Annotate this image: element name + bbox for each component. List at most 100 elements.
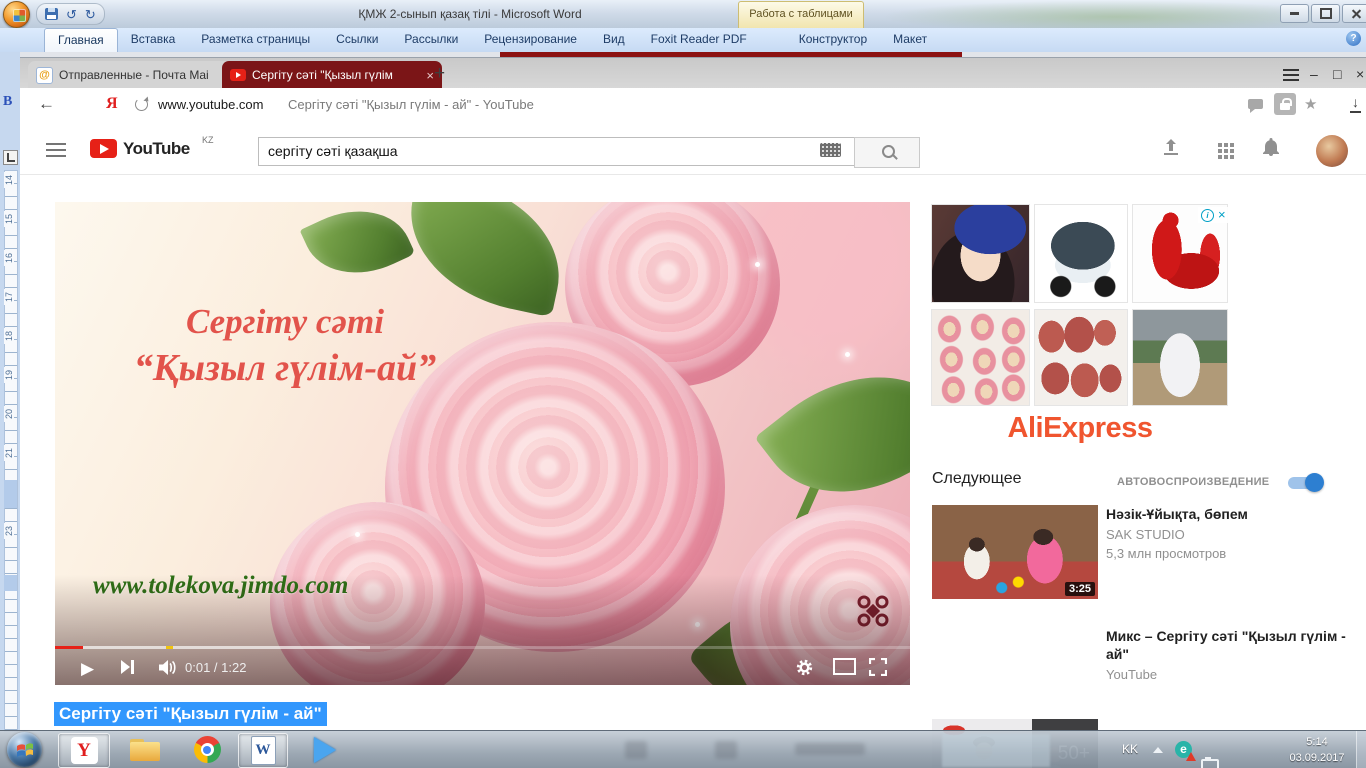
ruler-mark: 18: [4, 328, 14, 344]
ruler-row-marker: [4, 575, 17, 591]
account-avatar[interactable]: [1316, 135, 1348, 167]
comments-icon[interactable]: [1248, 99, 1263, 109]
clock-time: 5:14: [1284, 734, 1350, 750]
suggestion-thumbnail[interactable]: 3:25: [932, 505, 1098, 599]
yandex-browser-icon: Y: [71, 737, 98, 764]
bookmark-star-icon[interactable]: ★: [1304, 95, 1317, 113]
sparkle: [845, 352, 850, 357]
autoplay-label: АВТОВОСПРОИЗВЕДЕНИЕ: [1117, 476, 1269, 488]
suggestion-title[interactable]: Нәзік-Ұйықта, бөпем: [1106, 505, 1360, 523]
settings-gear-icon[interactable]: [795, 658, 814, 677]
fullscreen-icon[interactable]: [869, 658, 887, 676]
ad-grid: [932, 205, 1227, 405]
word-tab-insert[interactable]: Вставка: [118, 28, 189, 52]
word-tab-view[interactable]: Вид: [590, 28, 638, 52]
eset-tray-icon[interactable]: e: [1175, 741, 1192, 758]
taskbar-explorer[interactable]: [122, 733, 168, 766]
tab-close-icon[interactable]: ×: [426, 68, 434, 83]
browser-menu-icon[interactable]: [1283, 69, 1299, 71]
browser-tab-youtube-active[interactable]: Сергіту сәті "Қызыл гүлім ×: [222, 61, 442, 89]
video-player[interactable]: Сергіту сәті “Қызыл гүлім-ай” www.toleko…: [55, 202, 910, 685]
suggestion-views: 5,3 млн просмотров: [1106, 546, 1360, 561]
word-minimize-button[interactable]: [1280, 4, 1309, 23]
office-button[interactable]: [3, 1, 30, 28]
word-close-button[interactable]: [1342, 4, 1366, 23]
start-button[interactable]: [7, 732, 42, 767]
aliexpress-logo[interactable]: AliExpress: [932, 412, 1228, 445]
url-host: www.youtube.com: [158, 97, 264, 112]
new-tab-button[interactable]: +: [434, 63, 445, 85]
show-desktop-button[interactable]: [1356, 731, 1366, 768]
notifications-bell-icon[interactable]: [1263, 138, 1279, 156]
ghost-thumbnail: [942, 734, 1050, 767]
next-button[interactable]: [121, 660, 135, 674]
player-bottom-gradient: [55, 575, 910, 685]
ad-thumbnail[interactable]: [1035, 310, 1127, 405]
browser-maximize-button[interactable]: □: [1333, 66, 1341, 82]
word-tab-review[interactable]: Рецензирование: [471, 28, 590, 52]
word-restore-button[interactable]: [1311, 4, 1340, 23]
redo-icon[interactable]: ↻: [85, 8, 96, 21]
word-help-icon[interactable]: ?: [1346, 31, 1361, 46]
youtube-menu-icon[interactable]: [46, 143, 66, 145]
suggestion-channel: YouTube: [1106, 667, 1360, 682]
youtube-logo-icon[interactable]: [90, 139, 117, 158]
word-ribbon-tabs: Главная Вставка Разметка страницы Ссылки…: [44, 28, 940, 52]
taskbar-media-player[interactable]: [300, 733, 350, 766]
taskbar-chrome[interactable]: [184, 733, 230, 766]
play-button[interactable]: ▶: [81, 659, 94, 679]
time-display: 0:01 / 1:22: [185, 660, 246, 675]
protect-lock-icon[interactable]: [1274, 93, 1296, 115]
ad-close-icon[interactable]: ×: [1218, 208, 1226, 222]
ruler-mark: 17: [4, 289, 14, 305]
word-title-bar: ↺ ↻ ҚМЖ 2-сынып қазақ тілі - Microsoft W…: [0, 0, 1366, 29]
upload-icon[interactable]: [1162, 139, 1180, 157]
search-input[interactable]: сергіту сәті қазақша: [258, 137, 865, 166]
ruler-mark: 23: [4, 523, 14, 539]
save-icon[interactable]: [45, 8, 58, 20]
tray-expand-icon[interactable]: [1153, 747, 1163, 753]
word-tab-layout[interactable]: Макет: [880, 28, 940, 52]
youtube-logo-text[interactable]: YouTube: [123, 139, 190, 159]
youtube-tab-title: Сергіту сәті "Қызыл гүлім: [252, 68, 420, 82]
keyboard-icon[interactable]: [820, 143, 841, 157]
browser-close-button[interactable]: ×: [1356, 66, 1364, 82]
clock[interactable]: 5:14 03.09.2017: [1284, 734, 1350, 766]
autoplay-toggle[interactable]: [1288, 477, 1322, 489]
address-bar[interactable]: ← Я www.youtube.com Сергіту сәті "Қызыл …: [20, 88, 1366, 122]
clipboard-tray-icon[interactable]: [1201, 759, 1219, 768]
word-icon: W: [251, 736, 276, 765]
downloads-icon[interactable]: ↓: [1350, 94, 1361, 113]
taskbar-word[interactable]: W: [238, 733, 288, 768]
yandex-logo-icon[interactable]: Я: [106, 95, 118, 113]
ad-info-icon[interactable]: i: [1201, 209, 1214, 222]
word-tab-page-layout[interactable]: Разметка страницы: [188, 28, 323, 52]
ad-thumbnail[interactable]: [932, 205, 1029, 302]
browser-tab-mail[interactable]: @ Отправленные - Почта Mai: [28, 61, 236, 89]
ad-thumbnail[interactable]: [1035, 205, 1127, 302]
folder-icon: [130, 739, 160, 761]
suggestion-meta: Микс – Сергіту сәті "Қызыл гүлім - ай" Y…: [1106, 627, 1360, 682]
miniplayer-icon[interactable]: [833, 658, 856, 675]
suggestion-title[interactable]: Микс – Сергіту сәті "Қызыл гүлім - ай": [1106, 627, 1360, 663]
word-tab-design[interactable]: Конструктор: [786, 28, 880, 52]
word-window-title: ҚМЖ 2-сынып қазақ тілі - Microsoft Word: [260, 7, 680, 21]
language-indicator[interactable]: KK: [1122, 742, 1138, 756]
back-button[interactable]: ←: [38, 94, 55, 114]
ad-thumbnail[interactable]: [932, 310, 1029, 405]
taskbar-yandex-browser[interactable]: Y: [58, 733, 110, 768]
volume-icon[interactable]: [159, 660, 178, 675]
word-tab-mailings[interactable]: Рассылки: [391, 28, 471, 52]
word-tab-home[interactable]: Главная: [44, 28, 118, 52]
ghost-artifact: [625, 741, 647, 759]
ad-thumbnail[interactable]: [1133, 310, 1227, 405]
reload-icon[interactable]: [135, 98, 148, 111]
word-tab-references[interactable]: Ссылки: [323, 28, 391, 52]
browser-minimize-button[interactable]: –: [1310, 66, 1318, 82]
progress-buffered: [55, 646, 370, 649]
undo-icon[interactable]: ↺: [66, 8, 77, 21]
ad-choices-chip: i ×: [1198, 207, 1229, 223]
ruler-tab-selector[interactable]: [3, 150, 18, 165]
apps-grid-icon[interactable]: [1218, 143, 1222, 147]
word-tab-foxit[interactable]: Foxit Reader PDF: [638, 28, 760, 52]
